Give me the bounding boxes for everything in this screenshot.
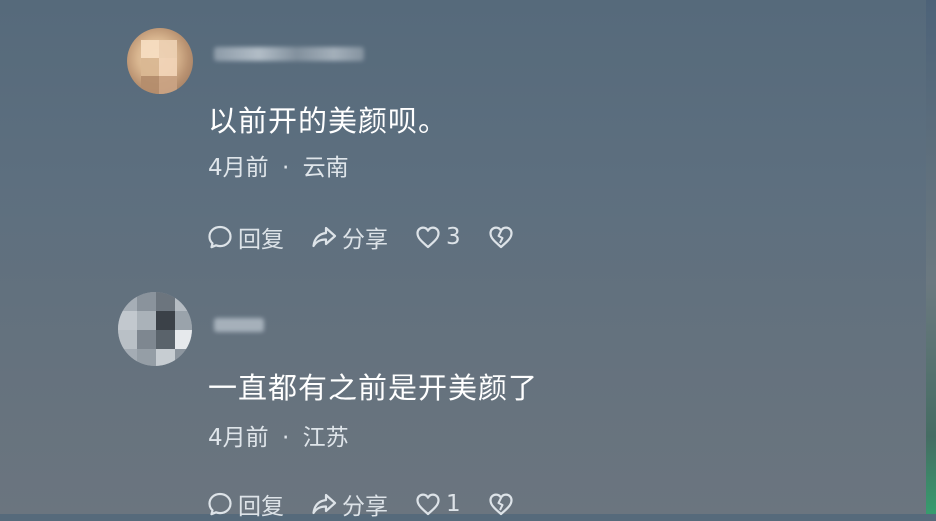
comment-time: 4月前 [208,425,269,451]
speech-bubble-icon [208,225,232,249]
reply-label: 回复 [238,494,284,520]
share-arrow-icon [312,226,337,248]
like-count: 1 [446,491,461,517]
share-button[interactable]: 分享 [310,487,388,521]
right-edge-strip [926,0,936,514]
share-label: 分享 [342,227,388,253]
comment-time: 4月前 [208,155,269,181]
comment-meta: 4月前 · 江苏 [208,423,349,453]
broken-heart-icon [489,226,513,249]
share-label: 分享 [342,494,388,520]
meta-separator: · [281,155,290,181]
reply-label: 回复 [238,227,284,253]
comment-actions: 回复 分享 3 [206,220,541,254]
reply-button[interactable]: 回复 [206,487,284,521]
reply-button[interactable]: 回复 [206,220,284,254]
comment-location: 云南 [302,155,349,181]
user-avatar[interactable] [127,28,193,94]
user-avatar[interactable] [118,292,192,366]
blurred-username[interactable] [214,318,264,332]
meta-separator: · [281,425,290,451]
share-button[interactable]: 分享 [310,220,388,254]
like-button[interactable]: 3 [414,223,461,251]
dislike-button[interactable] [487,223,515,251]
blurred-username[interactable] [214,47,364,61]
comment-actions: 回复 分享 1 [206,487,541,521]
comment-text: 一直都有之前是开美颜了 [208,371,539,405]
like-count: 3 [446,224,461,250]
heart-icon [416,226,440,249]
comment-location: 江苏 [302,425,349,451]
comment-text: 以前开的美颜呗。 [208,104,449,138]
comment-meta: 4月前 · 云南 [208,153,349,183]
